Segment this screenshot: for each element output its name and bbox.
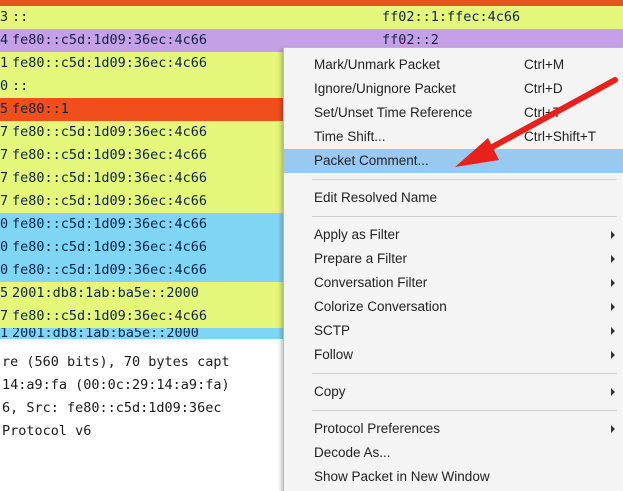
- packet-row-source: fe80::c5d:1d09:36ec:4c66: [12, 308, 208, 324]
- menu-item-shortcut: Ctrl+T: [524, 105, 562, 120]
- packet-row-source: fe80::c5d:1d09:36ec:4c66: [12, 32, 208, 48]
- submenu-arrow-icon: [611, 279, 615, 287]
- menu-item-label: Protocol Preferences: [314, 421, 441, 436]
- submenu-arrow-icon: [611, 231, 615, 239]
- menu-item-decode-as[interactable]: Decode As...: [284, 441, 623, 465]
- menu-item-conversation-filter[interactable]: Conversation Filter: [284, 271, 623, 295]
- menu-item-label: Prepare a Filter: [314, 251, 408, 266]
- menu-item-label: Set/Unset Time Reference: [314, 105, 473, 120]
- menu-item-packet-comment[interactable]: Packet Comment...: [284, 149, 623, 173]
- menu-item-label: Edit Resolved Name: [314, 190, 438, 205]
- menu-separator: [312, 410, 617, 411]
- menu-item-label: Colorize Conversation: [314, 299, 447, 314]
- submenu-arrow-icon: [611, 327, 615, 335]
- menu-item-label: Decode As...: [314, 445, 391, 460]
- packet-row-source: fe80::c5d:1d09:36ec:4c66: [12, 239, 208, 255]
- menu-item-ignore-unignore-packet[interactable]: Ignore/Unignore Packet Ctrl+D: [284, 77, 623, 101]
- submenu-arrow-icon: [611, 388, 615, 396]
- packet-row-source: fe80::1: [12, 101, 69, 117]
- menu-item-shortcut: Ctrl+Shift+T: [524, 129, 597, 144]
- wireshark-window: 3:: ff02::1:ffec:4c66 4 fe80::c5d:1d09:36ec…: [0, 0, 623, 491]
- menu-separator: [312, 179, 617, 180]
- menu-item-colorize-conversation[interactable]: Colorize Conversation: [284, 295, 623, 319]
- menu-item-copy[interactable]: Copy: [284, 380, 623, 404]
- packet-row-source: fe80::c5d:1d09:36ec:4c66: [12, 55, 208, 71]
- menu-item-sctp[interactable]: SCTP: [284, 319, 623, 343]
- menu-item-label: Apply as Filter: [314, 227, 400, 242]
- submenu-arrow-icon: [611, 255, 615, 263]
- submenu-arrow-icon: [611, 303, 615, 311]
- packet-row-destination: ff02::2: [382, 32, 439, 48]
- packet-row-source: fe80::c5d:1d09:36ec:4c66: [12, 170, 208, 186]
- submenu-arrow-icon: [611, 425, 615, 433]
- packet-detail-line[interactable]: Protocol v6: [0, 420, 302, 443]
- packet-row-destination: ff02::1:ffec:4c66: [382, 9, 521, 25]
- menu-item-apply-as-filter[interactable]: Apply as Filter: [284, 223, 623, 247]
- menu-item-shortcut: Ctrl+D: [524, 81, 563, 96]
- packet-detail-line[interactable]: 14:a9:fa (00:0c:29:14:a9:fa): [0, 374, 302, 397]
- menu-item-mark-unmark-packet[interactable]: Mark/Unmark Packet Ctrl+M: [284, 53, 623, 77]
- packet-row-source: ::: [12, 9, 29, 25]
- packet-context-menu: Mark/Unmark Packet Ctrl+M Ignore/Unignor…: [283, 47, 623, 491]
- packet-row[interactable]: 3:: ff02::1:ffec:4c66: [0, 6, 623, 29]
- menu-item-shortcut: Ctrl+M: [524, 57, 565, 72]
- packet-row-source: fe80::c5d:1d09:36ec:4c66: [12, 262, 208, 278]
- packet-row-source: fe80::c5d:1d09:36ec:4c66: [12, 124, 208, 140]
- menu-item-label: Packet Comment...: [314, 153, 429, 168]
- submenu-arrow-icon: [611, 351, 615, 359]
- menu-item-protocol-preferences[interactable]: Protocol Preferences: [284, 417, 623, 441]
- menu-item-edit-resolved-name[interactable]: Edit Resolved Name: [284, 186, 623, 210]
- menu-item-label: Ignore/Unignore Packet: [314, 81, 456, 96]
- menu-item-label: Time Shift...: [314, 129, 386, 144]
- menu-item-label: Conversation Filter: [314, 275, 428, 290]
- menu-item-label: Copy: [314, 384, 346, 399]
- menu-separator: [312, 373, 617, 374]
- menu-item-set-unset-time-reference[interactable]: Set/Unset Time Reference Ctrl+T: [284, 101, 623, 125]
- packet-row-source: 2001:db8:1ab:ba5e::2000: [12, 285, 199, 301]
- menu-item-label: Follow: [314, 347, 354, 362]
- packet-row-source: fe80::c5d:1d09:36ec:4c66: [12, 216, 208, 232]
- packet-detail-line[interactable]: 6, Src: fe80::c5d:1d09:36ec: [0, 397, 302, 420]
- packet-detail-line[interactable]: re (560 bits), 70 bytes capt: [0, 351, 302, 374]
- menu-item-label: SCTP: [314, 323, 351, 338]
- menu-item-prepare-a-filter[interactable]: Prepare a Filter: [284, 247, 623, 271]
- packet-details-pane: re (560 bits), 70 bytes capt 14:a9:fa (00…: [0, 351, 300, 443]
- menu-item-label: Mark/Unmark Packet: [314, 57, 441, 72]
- menu-item-time-shift[interactable]: Time Shift... Ctrl+Shift+T: [284, 125, 623, 149]
- menu-item-follow[interactable]: Follow: [284, 343, 623, 367]
- packet-row-source: ::: [12, 78, 29, 94]
- menu-separator: [312, 216, 617, 217]
- packet-row-source: fe80::c5d:1d09:36ec:4c66: [12, 147, 208, 163]
- packet-row-source: 2001:db8:1ab:ba5e::2000: [12, 328, 199, 339]
- menu-item-label: Show Packet in New Window: [314, 469, 490, 484]
- menu-item-show-packet-in-new-window[interactable]: Show Packet in New Window: [284, 465, 623, 489]
- packet-row-source: fe80::c5d:1d09:36ec:4c66: [12, 193, 208, 209]
